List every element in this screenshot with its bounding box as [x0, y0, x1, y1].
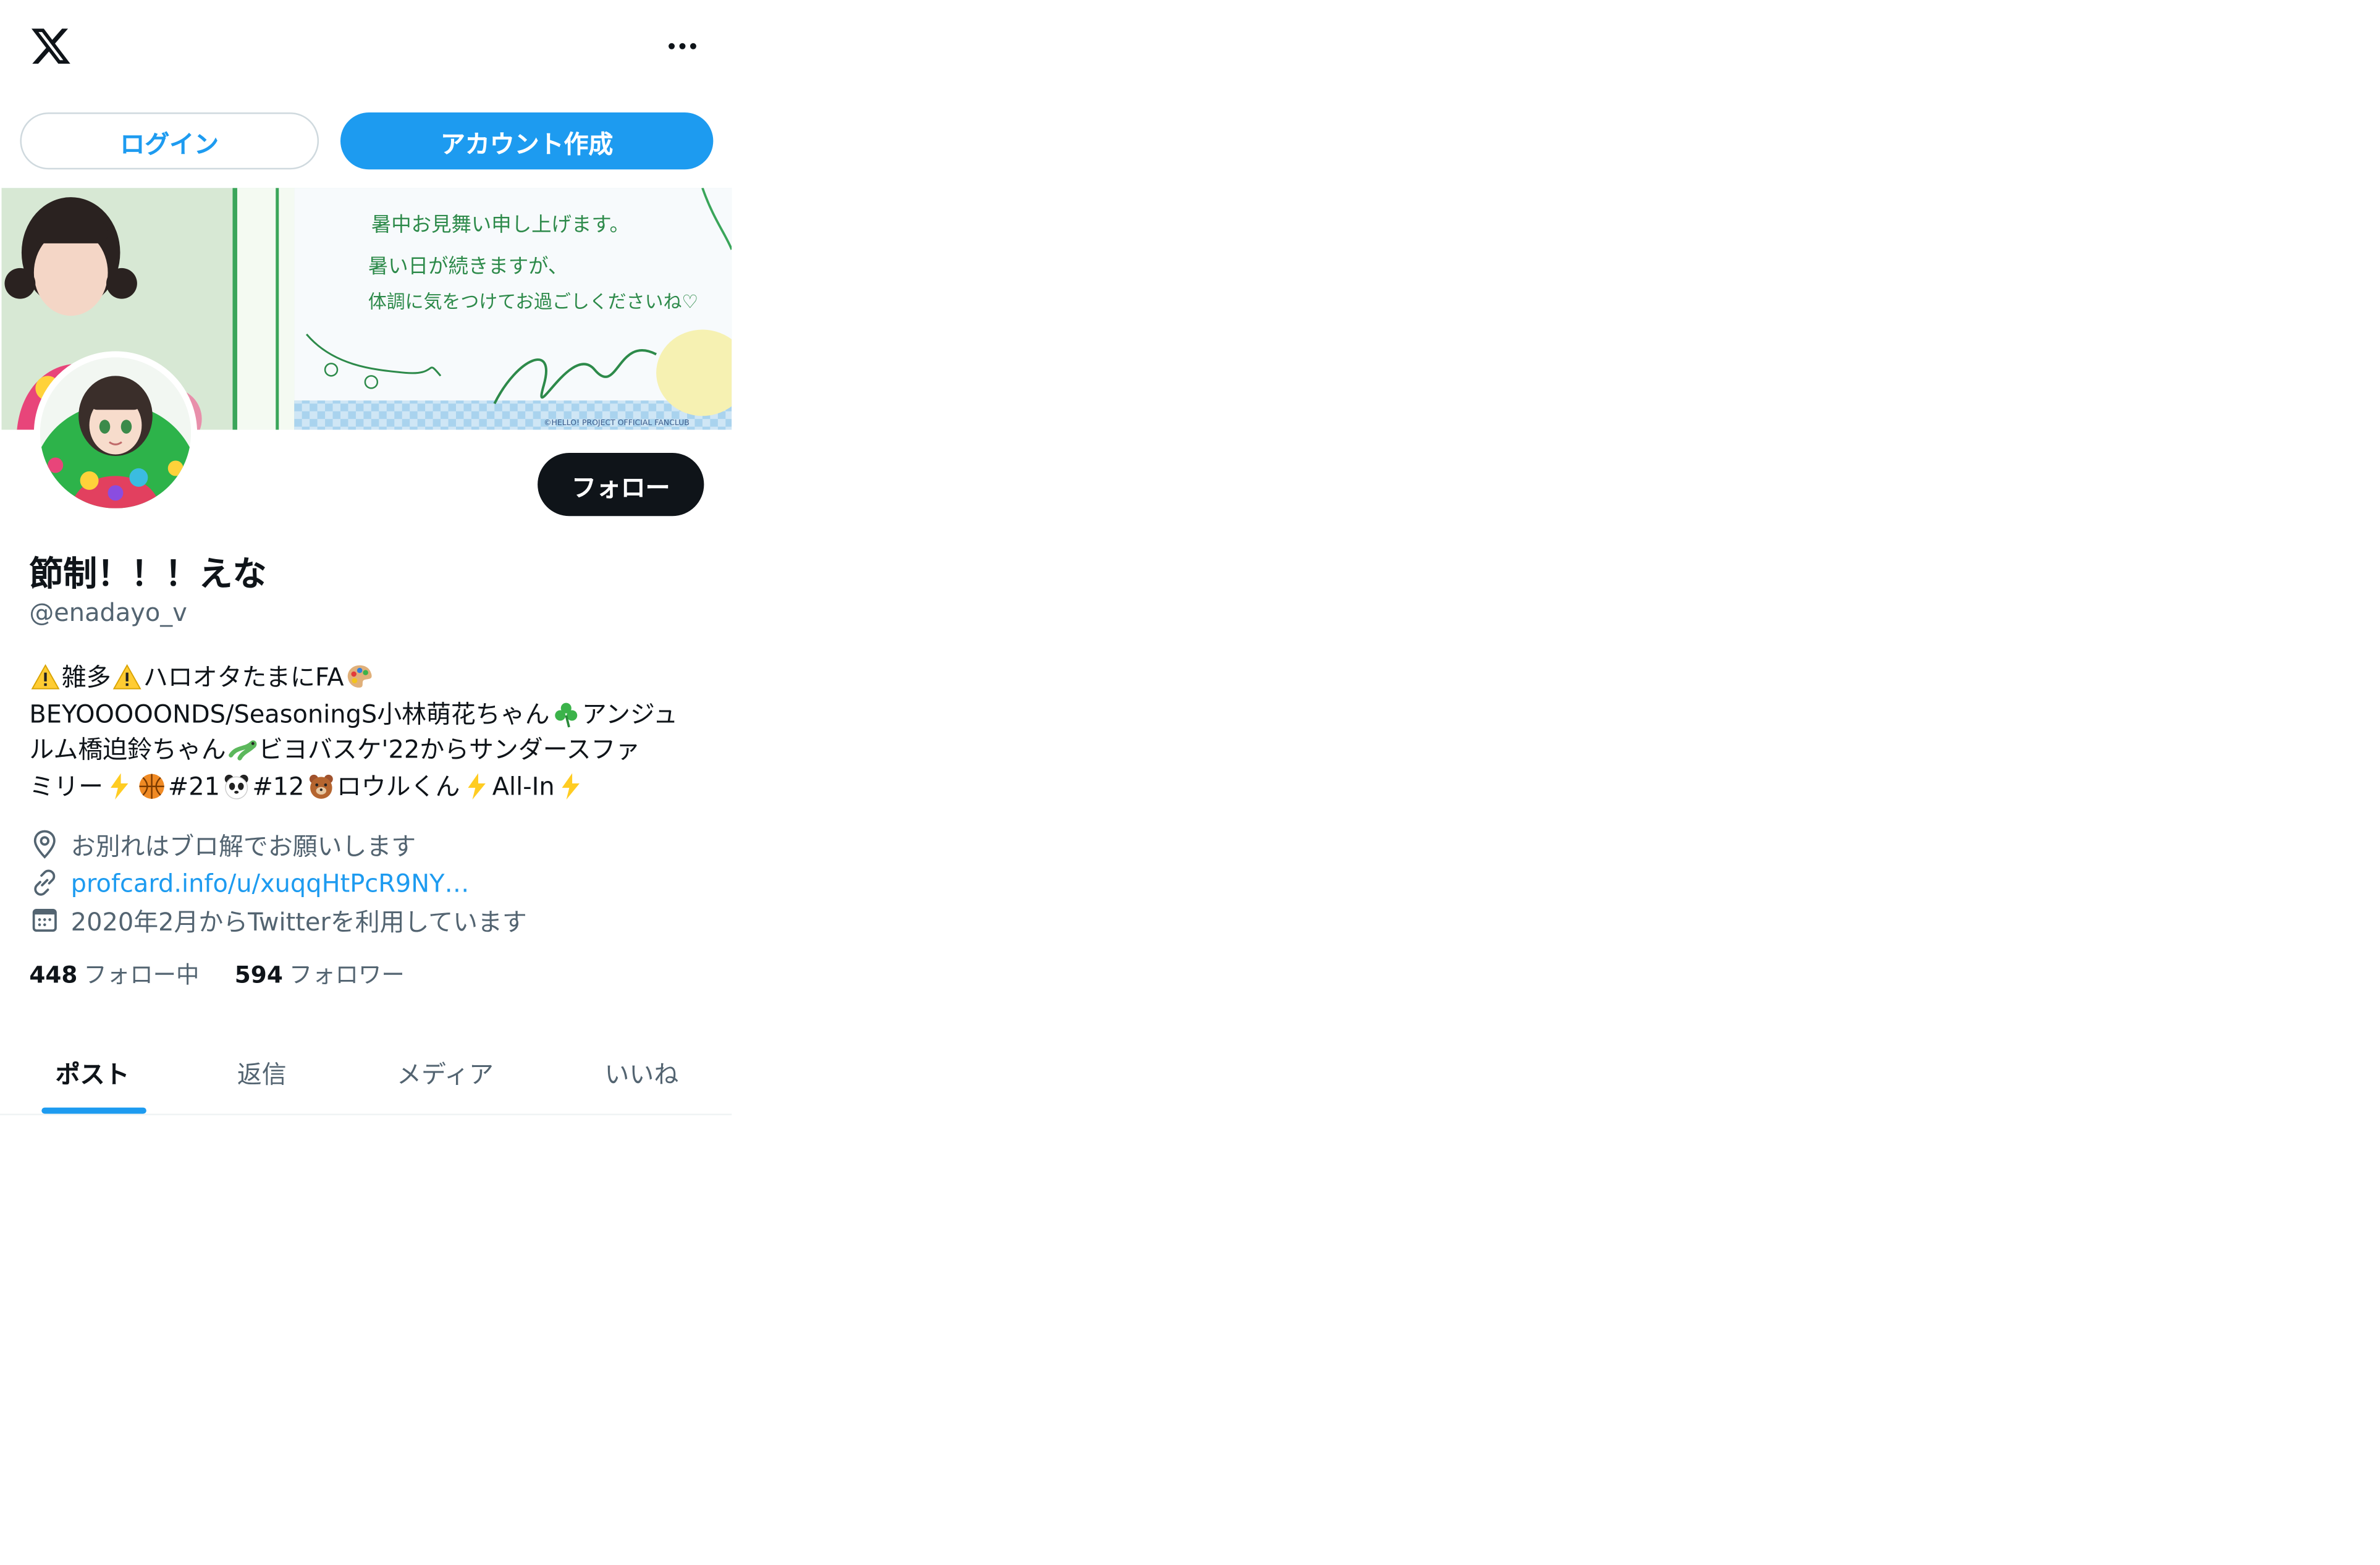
- followers-count: 594: [234, 961, 283, 989]
- bio-text: アンジュ: [581, 698, 678, 728]
- lightning-icon: [562, 772, 580, 799]
- link-icon: [34, 869, 56, 896]
- bio-text: ロウルくん: [336, 770, 460, 801]
- bio-line-1: 雑多 ハロオタたまにFA: [29, 659, 714, 696]
- bio-line-2: BEYOOOOONDS/SeasoningS小林萌花ちゃん アンジュ: [29, 696, 714, 732]
- bio-text: ビヨバスケ'22からサンダースファ: [258, 735, 641, 764]
- active-tab-indicator: [41, 1107, 146, 1114]
- follow-stats: 448 フォロー中 594 フォロワー: [29, 958, 404, 990]
- tab-replies[interactable]: 返信: [185, 1029, 339, 1115]
- bear-icon: [308, 774, 332, 799]
- tab-media[interactable]: メディア: [339, 1029, 552, 1115]
- warning-icon: [112, 664, 141, 690]
- avatar[interactable]: [33, 351, 198, 515]
- tab-likes[interactable]: いいね: [552, 1029, 732, 1115]
- panda-icon: [224, 774, 248, 799]
- profile-tabs: ポスト 返信 メディア いいね: [0, 1029, 732, 1116]
- more-horizontal-icon[interactable]: [659, 25, 706, 68]
- bio-text: ルム橋迫鈴ちゃん: [29, 735, 226, 764]
- lizard-icon: [228, 741, 256, 761]
- profile-bio: 雑多 ハロオタたまにFA BEYOOOOONDS/SeasoningS小林萌花ち…: [29, 659, 714, 804]
- warning-icon: [31, 664, 60, 690]
- bio-line-4: ミリー #21 #12 ロウルくん All-In: [29, 768, 714, 804]
- banner-handwriting-line3: 体調に気をつけてお過ごしくださいね♡: [368, 292, 698, 313]
- bio-line-3: ルム橋迫鈴ちゃん ビヨバスケ'22からサンダースファ: [29, 732, 714, 768]
- lightning-icon: [467, 772, 485, 799]
- tab-posts[interactable]: ポスト: [0, 1029, 185, 1115]
- banner-handwriting-line1: 暑中お見舞い申し上げます。: [371, 213, 630, 236]
- bio-text: ミリー: [29, 770, 104, 801]
- location-text: お別れはブロ解でお願いします: [70, 832, 416, 861]
- bio-text: #12: [252, 770, 305, 801]
- calendar-icon: [32, 908, 57, 932]
- x-logo-icon[interactable]: [28, 25, 74, 68]
- bio-text: BEYOOOOONDS/SeasoningS小林萌花ちゃん: [29, 698, 550, 728]
- create-account-button[interactable]: アカウント作成: [340, 112, 714, 170]
- banner-footer-text: ©HELLO! PROJECT OFFICIAL FANCLUB: [544, 418, 690, 427]
- lightning-icon: [111, 772, 129, 799]
- shamrock-icon: [554, 702, 577, 727]
- banner-handwriting-line2: 暑い日が続きますが、: [368, 254, 568, 277]
- followers-label: フォロワー: [289, 961, 405, 989]
- login-button[interactable]: ログイン: [20, 112, 319, 170]
- following-link[interactable]: 448 フォロー中: [29, 958, 199, 990]
- bio-text: ハロオタたまにFA: [143, 662, 344, 692]
- display-name: 節制！！！えな: [29, 556, 267, 595]
- following-label: フォロー中: [83, 961, 200, 989]
- bio-text: 雑多: [61, 662, 111, 692]
- joined-text: 2020年2月からTwitterを利用しています: [70, 907, 527, 937]
- followers-link[interactable]: 594 フォロワー: [235, 958, 405, 990]
- user-handle: @enadayo_v: [29, 597, 187, 627]
- follow-button[interactable]: フォロー: [538, 453, 704, 517]
- location-pin-icon: [33, 830, 56, 859]
- profile-website[interactable]: profcard.info/u/xuqqHtPcR9NY…: [29, 864, 469, 901]
- profile-location: お別れはブロ解でお願いします: [29, 825, 416, 863]
- website-link[interactable]: profcard.info/u/xuqqHtPcR9NY…: [71, 868, 470, 897]
- profile-joined: 2020年2月からTwitterを利用しています: [29, 901, 527, 939]
- bio-text: All-In: [492, 770, 555, 801]
- basketball-icon: [139, 774, 164, 799]
- following-count: 448: [29, 961, 78, 989]
- artist-palette-icon: [348, 665, 373, 688]
- bio-text: #21: [167, 770, 220, 801]
